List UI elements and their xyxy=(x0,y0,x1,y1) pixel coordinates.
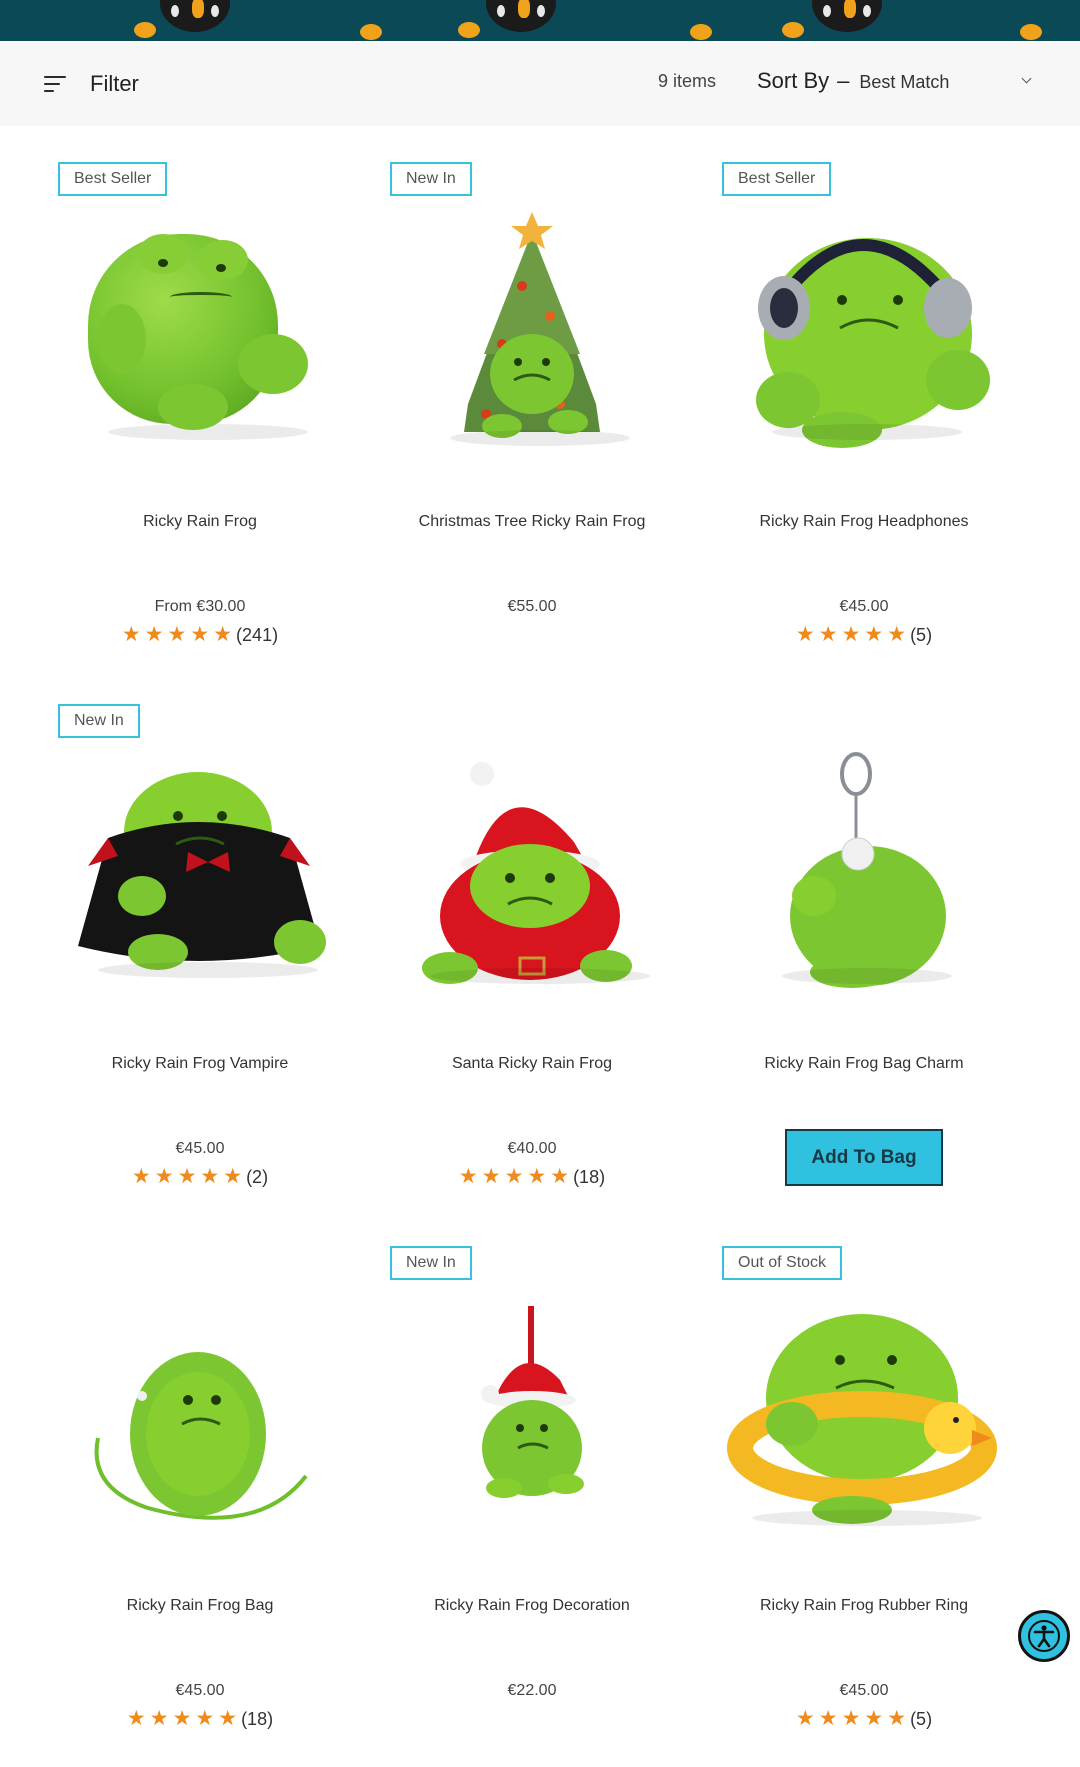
star-rating-icon: ★★★★★ xyxy=(126,1707,242,1730)
filter-label: Filter xyxy=(90,71,139,96)
christmas-tree-frog-illustration xyxy=(464,212,600,438)
product-price: From €30.00 xyxy=(154,598,246,615)
badge-new-in: New In xyxy=(390,162,472,196)
chevron-down-icon[interactable] xyxy=(1022,75,1032,85)
product-price: €45.00 xyxy=(175,1682,225,1699)
product-image[interactable] xyxy=(390,204,674,454)
review-count: (2) xyxy=(246,1167,269,1187)
star-rating-icon: ★★★★★ xyxy=(131,1165,247,1188)
product-title[interactable]: Ricky Rain Frog Decoration xyxy=(366,1597,698,1615)
product-rating[interactable]: ★★★★★(5) xyxy=(698,622,1030,647)
owl-pattern-icon xyxy=(458,0,576,40)
review-count: (18) xyxy=(241,1709,274,1729)
filter-lines-icon xyxy=(44,76,68,92)
star-rating-icon: ★★★★★ xyxy=(795,1707,911,1730)
product-image[interactable] xyxy=(722,204,1006,454)
badge-best-seller: Best Seller xyxy=(58,162,168,196)
product-card[interactable]: Best Seller Ricky Rain Frog Headphones €… xyxy=(698,126,1030,668)
top-banner xyxy=(0,0,1080,41)
review-count: (5) xyxy=(910,625,933,645)
product-card[interactable]: Ricky Rain Frog Bag €45.00 ★★★★★(18) xyxy=(34,1210,366,1752)
product-card[interactable]: Ricky Rain Frog Bag Charm Add To Bag xyxy=(698,668,1030,1210)
star-rating-icon: ★★★★★ xyxy=(121,623,237,646)
product-image[interactable] xyxy=(722,746,1006,996)
item-count: 9 items xyxy=(658,71,717,91)
review-count: (5) xyxy=(910,1709,933,1729)
accessibility-button[interactable] xyxy=(1018,1610,1070,1662)
sort-selected-value: Best Match xyxy=(859,72,950,92)
product-rating[interactable]: ★★★★★(2) xyxy=(34,1164,366,1189)
headphones-frog-illustration xyxy=(756,238,990,448)
decoration-frog-illustration xyxy=(481,1306,584,1498)
vampire-frog-illustration xyxy=(78,772,326,970)
santa-frog-illustration xyxy=(422,762,632,984)
filter-button[interactable]: Filter xyxy=(44,67,139,101)
star-rating-icon: ★★★★★ xyxy=(795,623,911,646)
badge-best-seller: Best Seller xyxy=(722,162,832,196)
product-image[interactable] xyxy=(58,1288,342,1538)
product-rating[interactable]: ★★★★★(18) xyxy=(34,1706,366,1731)
product-card[interactable]: New In Ricky Rain Frog Vampire €45.00 ★★… xyxy=(34,668,366,1210)
product-card[interactable]: New In Ricky Rain Frog Decoration €22.00 xyxy=(366,1210,698,1752)
product-image[interactable] xyxy=(722,1288,1006,1538)
product-card[interactable]: Out of Stock Ricky Rain Frog Rubber Ring… xyxy=(698,1210,1030,1752)
star-rating-icon: ★★★★★ xyxy=(458,1165,574,1188)
frog-bag-illustration xyxy=(94,1352,308,1520)
product-title[interactable]: Ricky Rain Frog Bag Charm xyxy=(698,1055,1030,1073)
review-count: (241) xyxy=(236,625,279,645)
product-image[interactable] xyxy=(390,746,674,996)
product-title[interactable]: Santa Ricky Rain Frog xyxy=(366,1055,698,1073)
product-title[interactable]: Ricky Rain Frog Bag xyxy=(34,1597,366,1615)
product-rating[interactable]: ★★★★★(241) xyxy=(34,622,366,647)
product-price: €55.00 xyxy=(507,598,557,615)
product-image[interactable] xyxy=(58,204,342,454)
add-to-bag-button[interactable]: Add To Bag xyxy=(785,1129,943,1186)
product-title[interactable]: Ricky Rain Frog xyxy=(34,513,366,531)
owl-pattern-icon xyxy=(782,0,902,40)
product-rating[interactable]: ★★★★★(18) xyxy=(366,1164,698,1189)
listing-toolbar: Filter 9 items Sort By – Best Match xyxy=(0,41,1080,126)
product-title[interactable]: Ricky Rain Frog Rubber Ring xyxy=(698,1597,1030,1615)
product-price: €45.00 xyxy=(839,598,889,615)
product-title[interactable]: Ricky Rain Frog Vampire xyxy=(34,1055,366,1073)
product-price: €45.00 xyxy=(175,1140,225,1157)
review-count: (18) xyxy=(573,1167,606,1187)
product-image[interactable] xyxy=(390,1288,674,1538)
product-price: €40.00 xyxy=(507,1140,557,1157)
product-title[interactable]: Ricky Rain Frog Headphones xyxy=(698,513,1030,531)
product-price: €45.00 xyxy=(839,1682,889,1699)
product-title[interactable]: Christmas Tree Ricky Rain Frog xyxy=(366,513,698,531)
sort-label: Sort By xyxy=(757,68,830,93)
badge-out-of-stock: Out of Stock xyxy=(722,1246,843,1280)
product-price: €22.00 xyxy=(507,1682,557,1699)
product-image[interactable] xyxy=(58,746,342,996)
product-rating[interactable]: ★★★★★(5) xyxy=(698,1706,1030,1731)
sort-dropdown[interactable]: Sort By – Best Match xyxy=(757,68,1009,94)
sort-separator: – xyxy=(837,68,850,93)
badge-new-in: New In xyxy=(58,704,140,738)
product-card[interactable]: Santa Ricky Rain Frog €40.00 ★★★★★(18) xyxy=(366,668,698,1210)
product-card[interactable]: Best Seller Ricky Rain Frog From €30.00 … xyxy=(34,126,366,668)
product-card[interactable]: New In Christmas Tree Ricky Rain Frog €5… xyxy=(366,126,698,668)
badge-new-in: New In xyxy=(390,1246,472,1280)
rubber-ring-frog-illustration xyxy=(727,1314,997,1524)
bag-charm-frog-illustration xyxy=(790,752,946,988)
owl-pattern-icon xyxy=(134,0,250,40)
accessibility-icon xyxy=(1028,1620,1060,1652)
